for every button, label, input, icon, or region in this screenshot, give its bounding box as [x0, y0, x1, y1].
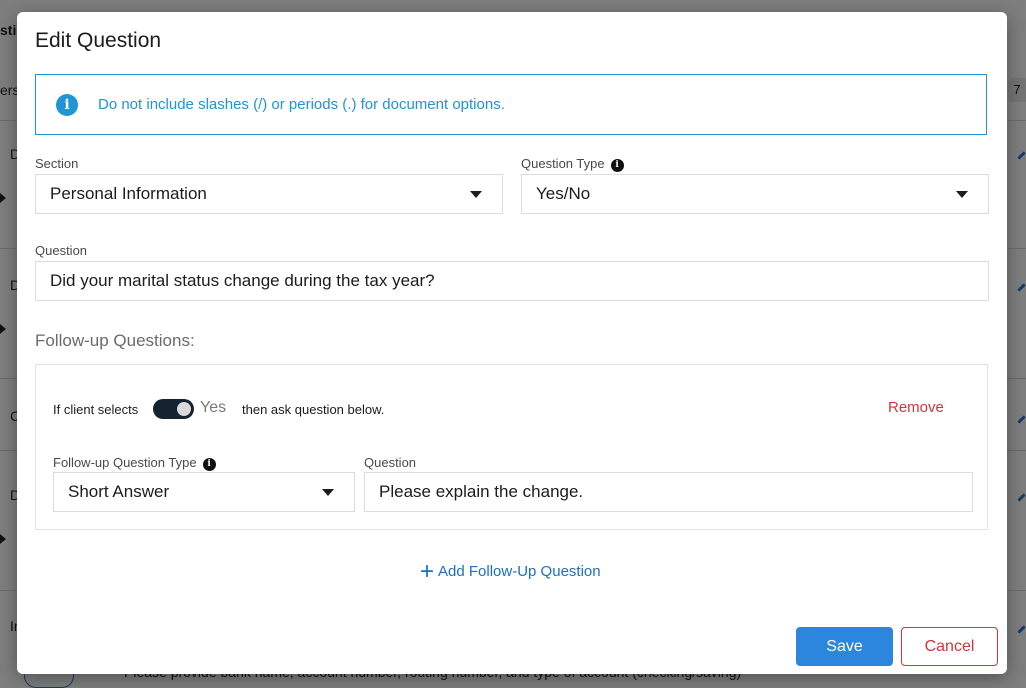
- info-icon: i: [56, 94, 78, 116]
- followups-heading: Follow-up Questions:: [35, 331, 195, 350]
- followup-question-input[interactable]: Please explain the change.: [364, 472, 973, 512]
- then-ask-text: then ask question below.: [242, 402, 385, 417]
- followup-type-label: Follow-up Question Type i: [53, 455, 216, 471]
- modal-title: Edit Question: [35, 29, 162, 52]
- chevron-down-icon[interactable]: [322, 489, 334, 496]
- question-type-label-text: Question Type: [521, 156, 605, 171]
- remove-followup-button[interactable]: Remove: [888, 399, 944, 416]
- save-button[interactable]: Save: [796, 627, 893, 666]
- followup-type-select-value: Short Answer: [68, 482, 170, 501]
- section-label: Section: [35, 156, 79, 171]
- section-select[interactable]: Personal Information: [35, 174, 503, 214]
- info-tooltip-icon[interactable]: i: [202, 458, 216, 471]
- question-type-select[interactable]: Yes/No: [521, 174, 989, 214]
- info-banner: i Do not include slashes (/) or periods …: [35, 74, 987, 135]
- toggle-value-label: Yes: [200, 399, 227, 416]
- chevron-down-icon[interactable]: [956, 191, 968, 198]
- section-select-value: Personal Information: [50, 184, 207, 203]
- followup-type-label-text: Follow-up Question Type: [53, 455, 197, 470]
- add-followup-button[interactable]: + Add Follow-Up Question: [420, 558, 601, 585]
- toggle-knob: [177, 402, 191, 416]
- question-type-label: Question Type i: [521, 156, 624, 172]
- cancel-button[interactable]: Cancel: [901, 627, 998, 666]
- followup-question-card: If client selects Yes then ask question …: [35, 364, 988, 530]
- chevron-down-icon[interactable]: [470, 191, 482, 198]
- answer-toggle[interactable]: [153, 399, 194, 419]
- followup-type-select[interactable]: Short Answer: [53, 472, 355, 512]
- question-label: Question: [35, 243, 88, 258]
- edit-question-modal: Edit Question i Do not include slashes (…: [17, 12, 1007, 674]
- if-client-selects-text: If client selects: [53, 402, 139, 417]
- add-followup-label: Add Follow-Up Question: [438, 563, 601, 580]
- plus-icon: +: [420, 558, 435, 585]
- followup-question-label: Question: [364, 455, 417, 470]
- info-message: Do not include slashes (/) or periods (.…: [98, 96, 505, 113]
- info-tooltip-icon[interactable]: i: [610, 159, 624, 172]
- question-input[interactable]: Did your marital status change during th…: [35, 261, 989, 301]
- question-type-select-value: Yes/No: [536, 184, 591, 203]
